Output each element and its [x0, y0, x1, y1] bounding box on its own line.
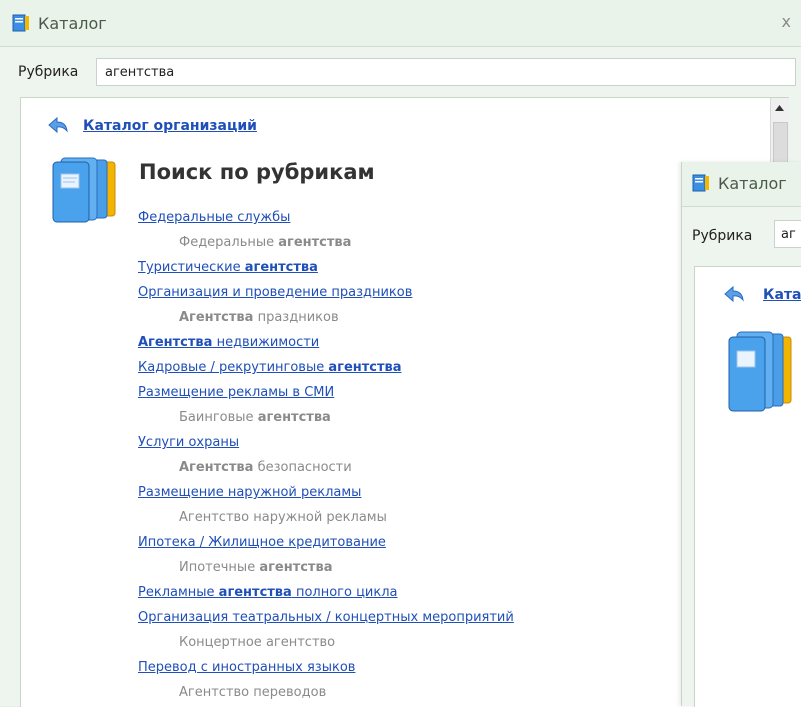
catalog-app-icon	[692, 174, 709, 192]
results-panel: Каталог организаций Поиск по рубрикам Фе…	[20, 97, 789, 707]
category-link[interactable]: Организация театральных / концертных мер…	[138, 605, 698, 630]
second-rubric-label: Рубрика	[692, 228, 753, 244]
result-text-part: Ипотечные	[179, 560, 260, 575]
results-list: Федеральные службы Федеральные агентства Т…	[138, 205, 698, 705]
result-text-part: Агентства	[138, 335, 213, 350]
subcategory-item: Федеральные агентства	[138, 230, 698, 255]
second-results-panel: Ката	[694, 266, 801, 707]
page-heading: Поиск по рубрикам	[139, 160, 375, 184]
rubric-label: Рубрика	[18, 64, 79, 80]
result-text-part: Рекламные	[138, 585, 219, 600]
result-text-part: Услуги охраны	[138, 435, 240, 450]
category-link[interactable]: Федеральные службы	[138, 205, 698, 230]
result-text-part: Туристические	[138, 260, 245, 275]
result-text-part: агентства	[328, 360, 402, 375]
category-link[interactable]: Туристические агентства	[138, 255, 698, 280]
result-text-part: Федеральные	[179, 235, 279, 250]
second-window-title: Каталог	[718, 174, 787, 193]
subcategory-item: Агентства безопасности	[138, 455, 698, 480]
subcategory-item: Агентство переводов	[138, 680, 698, 705]
result-text-part: Агентства	[179, 460, 254, 475]
result-text-part: агентства	[278, 235, 352, 250]
second-catalog-link[interactable]: Ката	[763, 287, 801, 303]
back-arrow-icon[interactable]	[723, 285, 745, 303]
result-text-part: Агентство переводов	[179, 685, 327, 700]
category-link[interactable]: Организация и проведение праздников	[138, 280, 698, 305]
result-text-part: Организация и проведение праздников	[138, 285, 413, 300]
result-text-part: агентства	[257, 410, 331, 425]
result-text-part: агентства	[259, 560, 333, 575]
result-text-part: Агентство наружной рекламы	[179, 510, 387, 525]
rubric-search-input[interactable]	[96, 58, 796, 86]
catalog-app-icon	[12, 14, 29, 32]
result-text-part: недвижимости	[212, 335, 320, 350]
folder-icon	[728, 331, 792, 412]
subcategory-item: Агентство наружной рекламы	[138, 505, 698, 530]
result-text-part: Перевод с иностранных языков	[138, 660, 356, 675]
category-link[interactable]: Агентства недвижимости	[138, 330, 698, 355]
second-catalog-window[interactable]: Каталог Рубрика Ката	[681, 162, 801, 707]
category-link[interactable]: Ипотека / Жилищное кредитование	[138, 530, 698, 555]
folder-icon	[52, 157, 116, 223]
second-rubric-input[interactable]	[774, 220, 801, 248]
subcategory-item: Ипотечные агентства	[138, 555, 698, 580]
category-link[interactable]: Размещение наружной рекламы	[138, 480, 698, 505]
category-link[interactable]: Кадровые / рекрутинговые агентства	[138, 355, 698, 380]
result-text-part: агентства	[218, 585, 292, 600]
subcategory-item: Агентства праздников	[138, 305, 698, 330]
result-text-part: праздников	[253, 310, 339, 325]
category-link[interactable]: Размещение рекламы в СМИ	[138, 380, 698, 405]
result-text-part: Агентства	[179, 310, 254, 325]
result-text-part: Концертное агентство	[179, 635, 336, 650]
result-text-part: Баинговые	[179, 410, 258, 425]
subcategory-item: Концертное агентство	[138, 630, 698, 655]
result-text-part: безопасности	[253, 460, 352, 475]
second-title-bar[interactable]: Каталог	[682, 162, 801, 207]
category-link[interactable]: Услуги охраны	[138, 430, 698, 455]
scroll-thumb[interactable]	[773, 122, 788, 164]
result-text-part: Организация театральных / концертных мер…	[138, 610, 514, 625]
window-title: Каталог	[38, 14, 107, 33]
back-arrow-icon[interactable]	[47, 116, 69, 134]
subcategory-item: Баинговые агентства	[138, 405, 698, 430]
result-text-part: агентства	[244, 260, 318, 275]
title-bar[interactable]: Каталог x	[0, 0, 801, 47]
result-text-part: Федеральные службы	[138, 210, 291, 225]
result-text-part: Размещение наружной рекламы	[138, 485, 362, 500]
result-text-part: Ипотека / Жилищное кредитование	[138, 535, 386, 550]
rubric-search-row: Рубрика	[0, 50, 801, 94]
result-text-part: полного цикла	[291, 585, 398, 600]
category-link[interactable]: Перевод с иностранных языков	[138, 655, 698, 680]
catalog-link[interactable]: Каталог организаций	[83, 118, 257, 134]
scroll-up-icon[interactable]	[773, 102, 786, 115]
result-text-part: Кадровые / рекрутинговые	[138, 360, 329, 375]
category-link[interactable]: Рекламные агентства полного цикла	[138, 580, 698, 605]
result-text-part: Размещение рекламы в СМИ	[138, 385, 335, 400]
close-icon[interactable]: x	[782, 12, 791, 31]
